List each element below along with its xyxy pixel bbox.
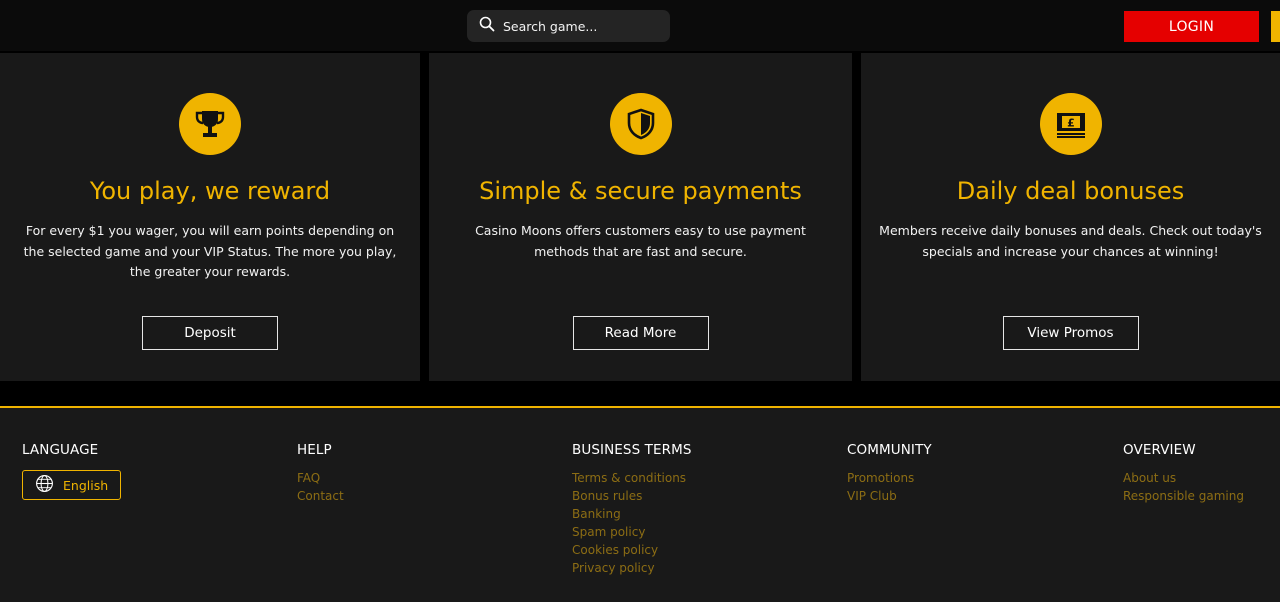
footer-link-faq[interactable]: FAQ — [297, 469, 344, 487]
footer-link-spam-policy[interactable]: Spam policy — [572, 523, 692, 541]
footer-link-promotions[interactable]: Promotions — [847, 469, 932, 487]
globe-icon — [35, 474, 63, 496]
feature-card-bonuses: £ Daily deal bonuses Members receive dai… — [861, 53, 1280, 381]
footer-community: COMMUNITY Promotions VIP Club — [847, 442, 932, 505]
money-pound-icon: £ — [1039, 93, 1102, 155]
footer-heading: BUSINESS TERMS — [572, 442, 692, 458]
footer-link-terms[interactable]: Terms & conditions — [572, 469, 692, 487]
footer-heading: COMMUNITY — [847, 442, 932, 458]
footer-business-terms: BUSINESS TERMS Terms & conditions Bonus … — [572, 442, 692, 577]
footer-overview: OVERVIEW About us Responsible gaming — [1123, 442, 1244, 505]
footer-link-cookies-policy[interactable]: Cookies policy — [572, 541, 692, 559]
signup-button[interactable] — [1271, 11, 1280, 42]
search-icon — [479, 16, 495, 36]
feature-cards: You play, we reward For every $1 you wag… — [0, 53, 1280, 381]
shield-icon — [609, 93, 672, 155]
footer-heading: HELP — [297, 442, 332, 458]
footer-language: LANGUAGE English — [22, 442, 121, 500]
view-promos-button[interactable]: View Promos — [1002, 316, 1139, 350]
card-text: Members receive daily bonuses and deals.… — [879, 223, 1262, 259]
site-footer: LANGUAGE English HELP FAQ Contact BUSINE… — [0, 406, 1280, 602]
language-selector[interactable]: English — [22, 470, 121, 500]
footer-link-vip-club[interactable]: VIP Club — [847, 487, 932, 505]
card-title: You play, we reward — [89, 177, 331, 205]
card-title: Daily deal bonuses — [956, 177, 1185, 205]
card-text: Casino Moons offers customers easy to us… — [475, 223, 806, 259]
footer-heading: OVERVIEW — [1123, 442, 1196, 458]
svg-text:£: £ — [1067, 117, 1075, 130]
search-box[interactable] — [467, 10, 670, 42]
footer-link-privacy-policy[interactable]: Privacy policy — [572, 559, 692, 577]
trophy-icon — [179, 93, 241, 155]
login-button[interactable]: LOGIN — [1124, 11, 1259, 42]
footer-link-responsible-gaming[interactable]: Responsible gaming — [1123, 487, 1244, 505]
footer-help: HELP FAQ Contact — [297, 442, 344, 505]
card-title: Simple & secure payments — [479, 177, 802, 205]
footer-link-about-us[interactable]: About us — [1123, 469, 1244, 487]
footer-heading: LANGUAGE — [22, 442, 99, 458]
language-label: English — [63, 477, 109, 493]
read-more-button[interactable]: Read More — [572, 316, 709, 350]
footer-link-contact[interactable]: Contact — [297, 487, 344, 505]
footer-link-banking[interactable]: Banking — [572, 505, 692, 523]
search-input[interactable] — [501, 17, 655, 35]
card-text: For every $1 you wager, you will earn po… — [23, 223, 397, 279]
footer-link-bonus-rules[interactable]: Bonus rules — [572, 487, 692, 505]
feature-card-rewards: You play, we reward For every $1 you wag… — [0, 53, 420, 381]
site-header: LOGIN — [0, 0, 1280, 53]
deposit-button[interactable]: Deposit — [142, 316, 278, 350]
feature-card-payments: Simple & secure payments Casino Moons of… — [429, 53, 852, 381]
